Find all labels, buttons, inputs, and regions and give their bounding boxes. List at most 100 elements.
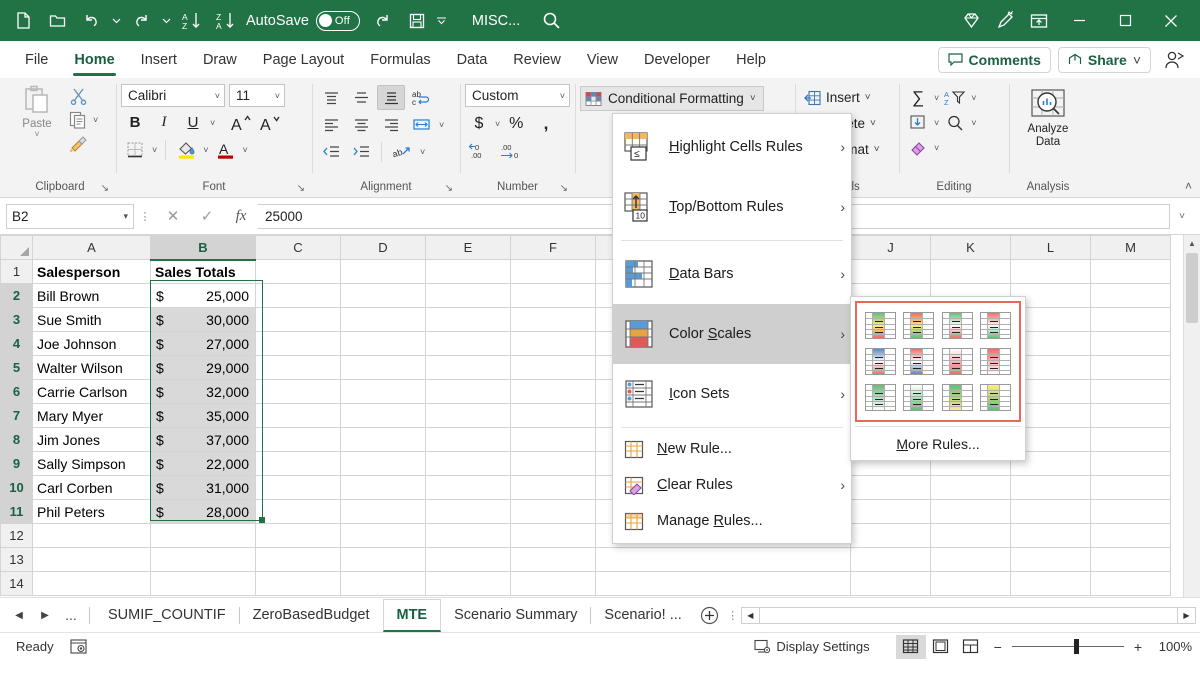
cell-c8[interactable] [256,428,341,452]
name-box[interactable]: B2 ▾ [6,204,134,229]
cell-f6[interactable] [511,380,596,404]
accounting-format-button[interactable]: $ [465,111,493,136]
sort-ascending-icon[interactable]: AZ [174,4,208,38]
cell-f8[interactable] [511,428,596,452]
cell-b7[interactable]: $35,000 [151,404,256,428]
cell-b12[interactable] [151,524,256,548]
cell-e2[interactable] [426,284,511,308]
cell-e4[interactable] [426,332,511,356]
format-caret[interactable]: ˅ [874,144,880,155]
merge-and-center-button[interactable] [407,112,435,137]
cell-a3[interactable]: Sue Smith [33,308,151,332]
share-button[interactable]: Share ˅ [1058,47,1151,73]
insert-caret[interactable]: ˅ [865,92,871,103]
borders-caret[interactable]: ˅ [150,145,159,155]
cell-b13[interactable] [151,548,256,572]
zoom-level[interactable]: 100% [1150,639,1192,654]
page-break-preview-button[interactable] [956,635,986,659]
cell-j14[interactable] [851,572,931,596]
cell-k1[interactable] [931,260,1011,284]
align-left-button[interactable] [317,112,345,137]
paste-caret[interactable]: ˅ [34,131,39,137]
zoom-in-button[interactable]: + [1130,639,1146,655]
share-caret[interactable]: ˅ [1133,52,1141,68]
cell-c1[interactable] [256,260,341,284]
redo-icon[interactable] [124,4,158,38]
cell-f2[interactable] [511,284,596,308]
cell-c3[interactable] [256,308,341,332]
cell-m11[interactable] [1091,500,1171,524]
cell-a8[interactable]: Jim Jones [33,428,151,452]
expand-formula-bar-caret[interactable]: ˅ [1170,204,1194,229]
tab-view[interactable]: View [574,41,631,78]
cell-f10[interactable] [511,476,596,500]
row-header-13[interactable]: 13 [1,548,33,572]
increase-decimal-button[interactable]: 0.00 [465,138,493,163]
formula-bar-options[interactable]: ⋮ [134,210,156,223]
cell-k11[interactable] [931,500,1011,524]
wrap-text-button[interactable]: abc [407,85,435,110]
cell-a14[interactable] [33,572,151,596]
cell-m14[interactable] [1091,572,1171,596]
open-folder-icon[interactable] [40,4,74,38]
cell-d4[interactable] [341,332,426,356]
cell-j13[interactable] [851,548,931,572]
decrease-decimal-button[interactable]: .000 [496,138,524,163]
underline-button[interactable]: U [179,110,207,135]
underline-caret[interactable]: ˅ [208,118,217,128]
swatch-green-yellow[interactable] [942,384,973,411]
cell-j10[interactable] [851,476,931,500]
column-header-m[interactable]: M [1091,236,1171,260]
save-icon[interactable] [400,4,434,38]
tab-file[interactable]: File [12,41,61,78]
sheet-tab-mte[interactable]: MTE [383,599,442,632]
zoom-out-button[interactable]: − [990,639,1006,655]
normal-view-button[interactable] [896,635,926,659]
copy-button[interactable] [65,108,91,132]
clipboard-dialog-launcher[interactable]: ↘ [101,183,109,194]
cell-b4[interactable]: $27,000 [151,332,256,356]
borders-button[interactable] [121,137,149,162]
cell-d6[interactable] [341,380,426,404]
merge-caret[interactable]: ˅ [437,120,446,130]
diamond-icon[interactable] [954,4,988,38]
close-button[interactable] [1148,0,1194,41]
minimize-button[interactable] [1056,0,1102,41]
tab-review[interactable]: Review [500,41,574,78]
tab-formulas[interactable]: Formulas [357,41,443,78]
zoom-track[interactable] [1012,646,1124,648]
cell-m6[interactable] [1091,380,1171,404]
percent-format-button[interactable]: % [502,111,530,136]
cell-c12[interactable] [256,524,341,548]
cell-l14[interactable] [1011,572,1091,596]
column-header-a[interactable]: A [33,236,151,260]
cell-a13[interactable] [33,548,151,572]
menu-item-clear-rules[interactable]: Clear Rules › [613,467,851,503]
undo-icon[interactable] [74,4,108,38]
swatch-red-white-green[interactable] [980,312,1011,339]
swatch-white-green[interactable] [903,384,934,411]
cell-k12[interactable] [931,524,1011,548]
cell-a4[interactable]: Joe Johnson [33,332,151,356]
increase-indent-button[interactable] [347,139,375,164]
cell-c4[interactable] [256,332,341,356]
cell-a5[interactable]: Walter Wilson [33,356,151,380]
fill-handle[interactable] [259,517,265,523]
share-user-icon[interactable] [1158,43,1192,77]
sort-descending-icon[interactable]: ZA [208,4,242,38]
cell-d8[interactable] [341,428,426,452]
row-header-4[interactable]: 4 [1,332,33,356]
sheet-tab-scenario[interactable]: Scenario! ... [591,600,694,630]
cell-e13[interactable] [426,548,511,572]
previous-sheet-button[interactable]: ◀ [6,602,32,628]
cell-m5[interactable] [1091,356,1171,380]
cell-b11[interactable]: $28,000 [151,500,256,524]
row-header-7[interactable]: 7 [1,404,33,428]
find-and-select-button[interactable] [941,110,969,135]
sort-filter-caret[interactable]: ˅ [969,93,978,103]
tab-developer[interactable]: Developer [631,41,723,78]
comments-button[interactable]: Comments [938,47,1051,73]
horizontal-scrollbar[interactable]: ◀ ▶ [741,607,1196,624]
cell-j11[interactable] [851,500,931,524]
fill-color-caret[interactable]: ˅ [201,145,210,155]
